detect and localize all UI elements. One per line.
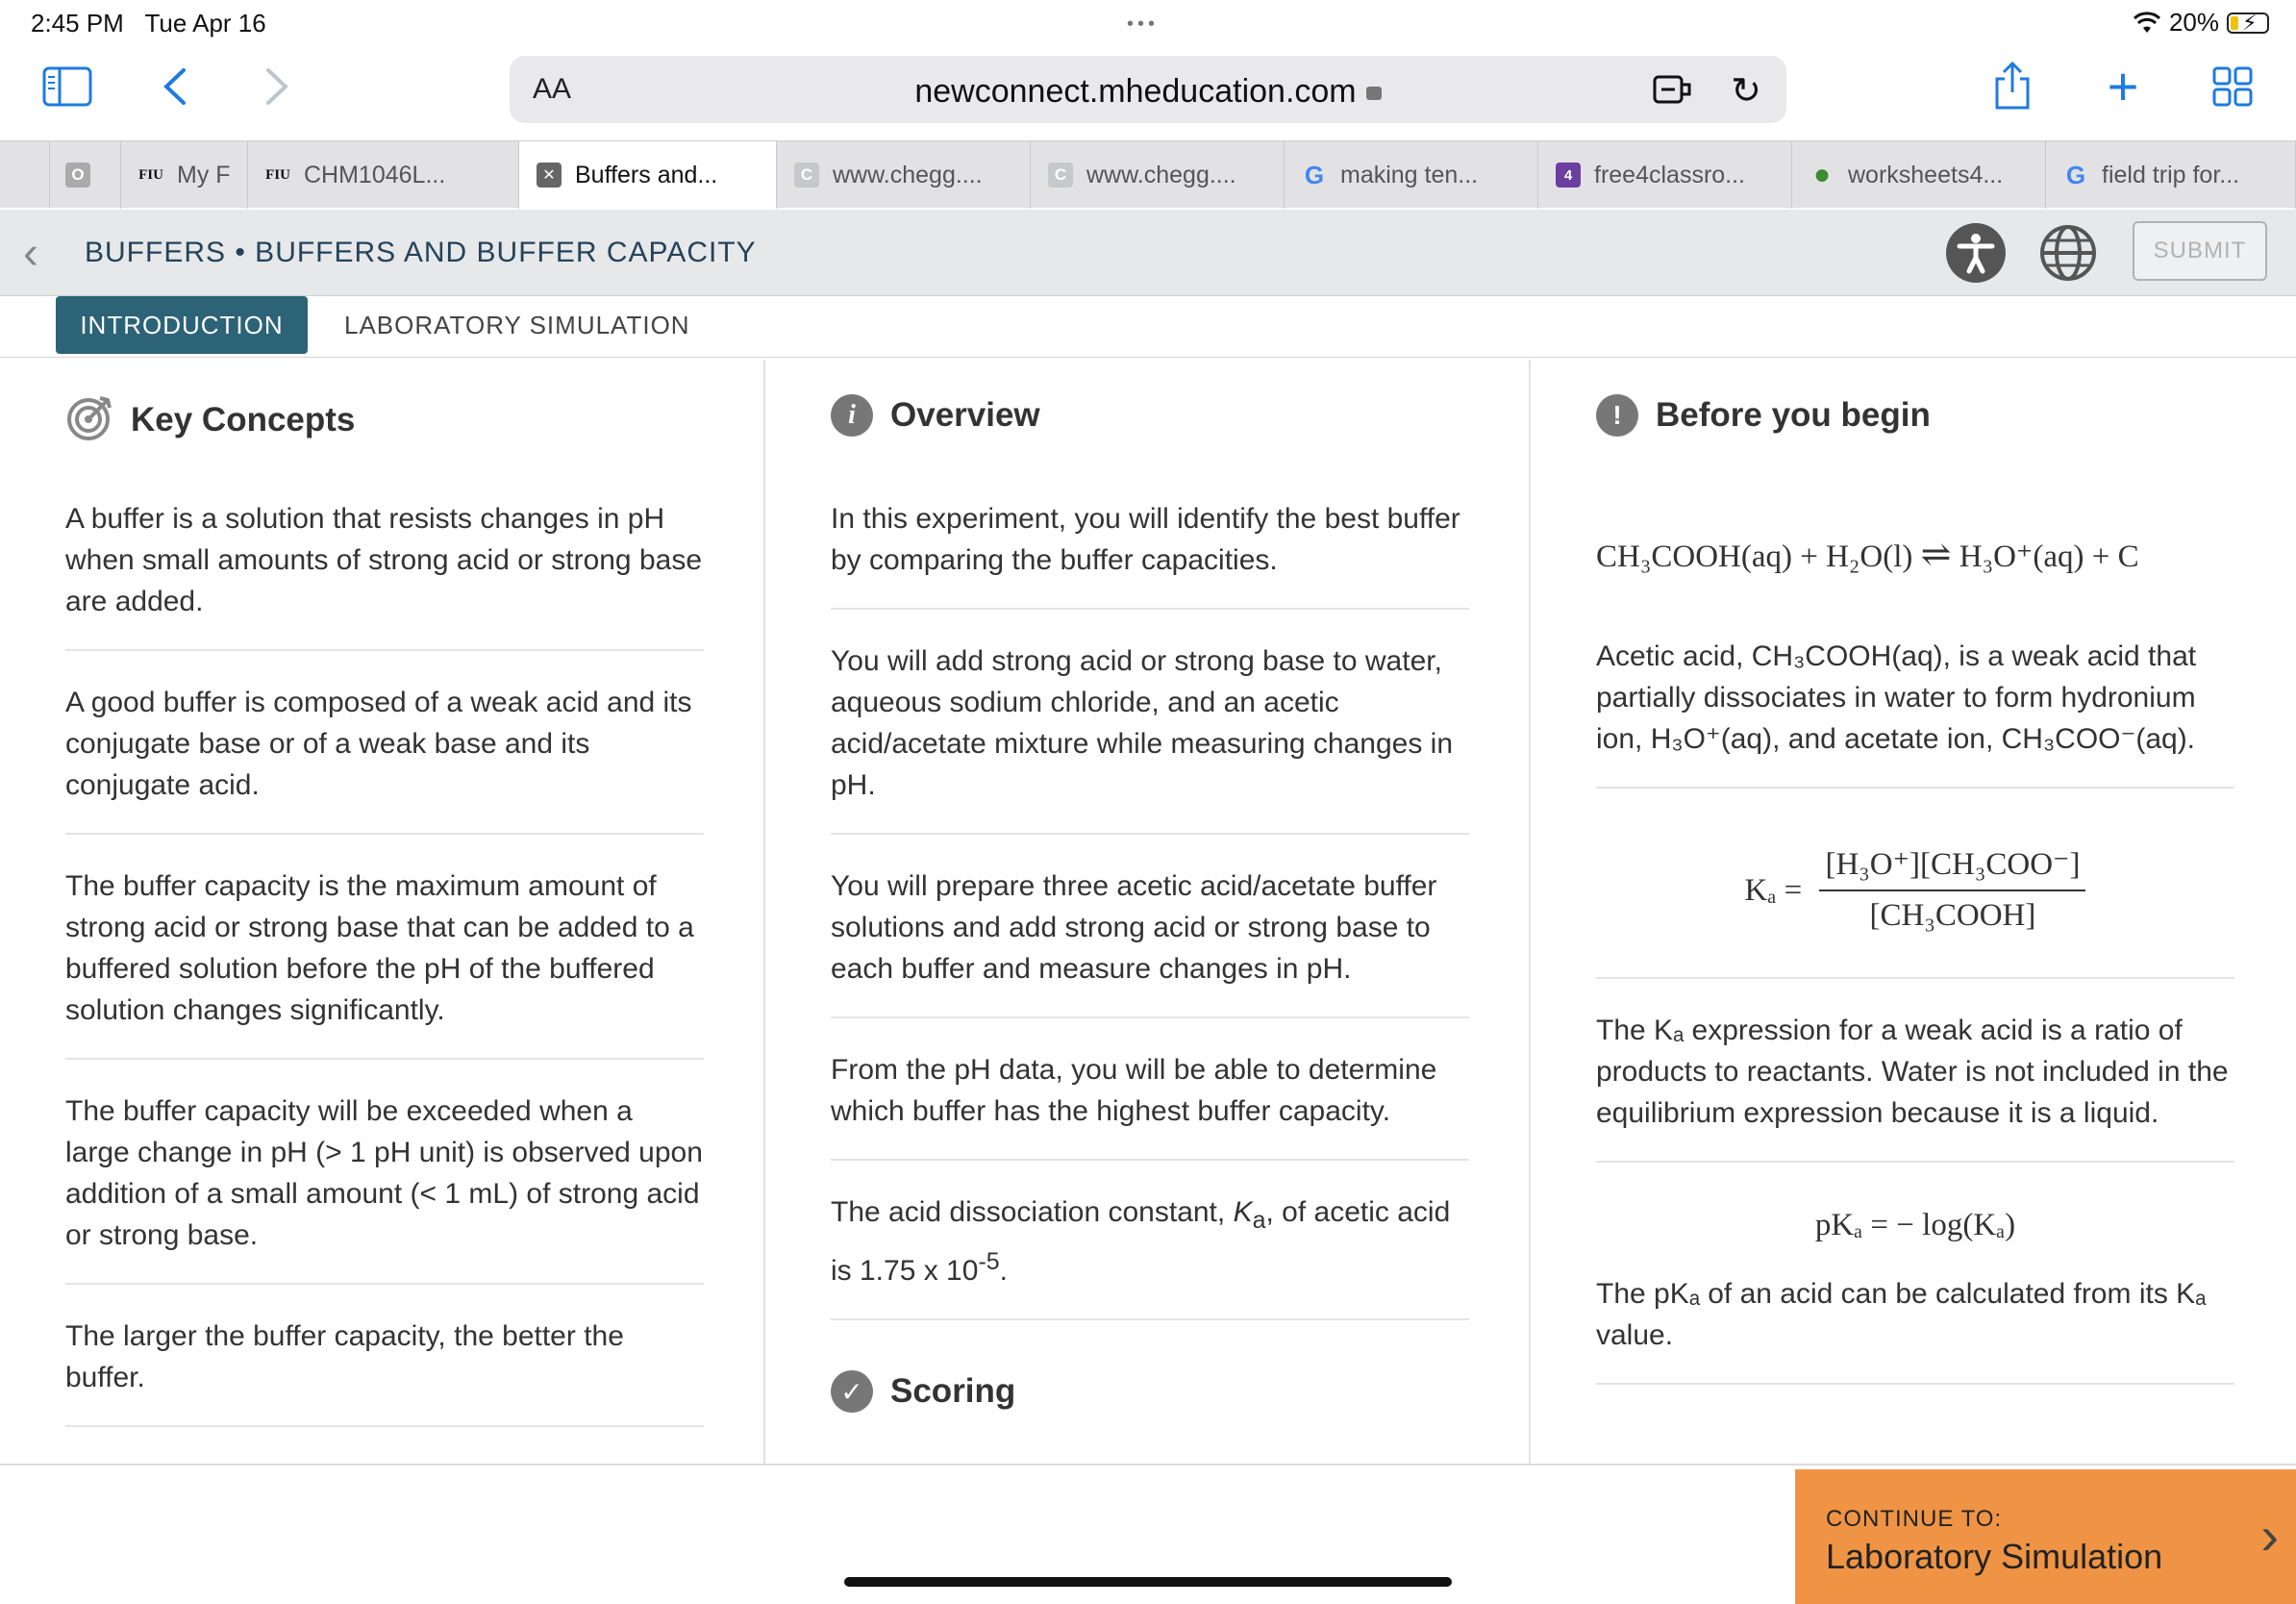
tab-8[interactable]: ● worksheets4... [1792,141,2046,209]
target-icon [65,394,113,445]
tab-strip-spacer [0,141,50,208]
overview-item: In this experiment, you will identify th… [831,498,1469,610]
fiu-logo-icon: FIU [265,166,290,183]
battery-percent: 20% [2168,8,2219,37]
tab-overview-icon[interactable] [2211,65,2254,108]
forward-arrow-icon[interactable] [260,65,294,108]
google-icon: G [2065,160,2086,189]
chegg-favicon-icon: C [794,163,819,188]
browser-tab-strip: O FIU My F FIU CHM1046L... ✕ Buffers and...… [0,140,2296,209]
multitask-dots[interactable]: ••• [1127,13,1159,36]
overview-item: From the pH data, you will be able to de… [831,1049,1469,1161]
battery-icon: ⚡ [2227,11,2269,35]
overview-item: You will add strong acid or strong base … [831,640,1469,835]
before-header: ! Before you begin [1596,394,1931,437]
tab-laboratory-simulation[interactable]: LABORATORY SIMULATION [344,296,690,354]
concept-item: The larger the buffer capacity, the bett… [65,1316,704,1427]
overview-item: You will prepare three acetic acid/aceta… [831,865,1469,1018]
key-concepts-list: A buffer is a solution that resists chan… [65,498,704,1458]
tab-2[interactable]: FIU CHM1046L... [248,141,519,209]
page-header: ‹ BUFFERS • BUFFERS AND BUFFER CAPACITY … [0,210,2296,296]
concept-item: The buffer capacity will be exceeded whe… [65,1090,704,1285]
home-indicator[interactable] [844,1577,1452,1587]
overview-header: i Overview [831,394,1040,437]
overview-heading: Overview [890,396,1040,434]
tab-1[interactable]: FIU My F [121,141,248,209]
tab-favicon: O [65,163,90,188]
google-icon: G [1304,160,1325,189]
info-icon: i [831,394,873,437]
key-concepts-heading: Key Concepts [131,400,356,439]
tab-0[interactable]: O [50,141,121,209]
tab-introduction[interactable]: INTRODUCTION [56,296,308,354]
section-tabs: INTRODUCTION LABORATORY SIMULATION [0,296,2296,358]
alert-icon: ! [1596,394,1638,437]
close-tab-icon[interactable]: ✕ [537,163,562,188]
globe-favicon-icon: ● [1812,159,1832,190]
before-you-begin-column: ! Before you begin CH₃COOH(aq) + H₂O(l) … [1531,360,2296,1464]
before-heading: Before you begin [1656,396,1931,434]
acetic-acid-text: Acetic acid, CH₃COOH(aq), is a weak acid… [1596,636,2234,789]
concept-item: The buffer capacity is the maximum amoun… [65,865,704,1060]
ka-value-item: The acid dissociation constant, Ka, of a… [831,1191,1469,1320]
key-concepts-column: Key Concepts A buffer is a solution that… [0,360,765,1464]
new-tab-plus-icon[interactable]: + [2102,60,2144,113]
continue-button[interactable]: CONTINUE TO: Laboratory Simulation › [1795,1469,2296,1604]
checkmark-icon: ✓ [831,1370,873,1413]
page-title: BUFFERS • BUFFERS AND BUFFER CAPACITY [85,237,757,268]
key-concepts-header: Key Concepts [65,394,355,445]
tab-5[interactable]: Cwww.chegg.... [1031,141,1285,209]
extension-icon[interactable] [1652,71,1694,113]
tab-7[interactable]: 4 free4classro... [1538,141,1792,209]
sidebar-icon[interactable] [42,65,92,108]
ka-expression-text: The Kₐ expression for a weak acid is a r… [1596,1010,2234,1163]
status-bar: 2:45 PM Tue Apr 16 ••• 20% ⚡ [0,0,2296,46]
scoring-heading: Scoring [890,1372,1016,1410]
back-chevron-icon[interactable]: ‹ [23,227,38,280]
submit-button[interactable]: SUBMIT [2133,221,2267,281]
chevron-right-icon: › [2260,1505,2279,1566]
overview-list: In this experiment, you will identify th… [831,498,1469,1413]
status-right: 20% ⚡ [2133,8,2269,38]
accessibility-icon[interactable] [1946,223,2006,283]
equilibrium-equation: CH₃COOH(aq) + H₂O(l) ⇌ H₃O⁺(aq) + C [1596,535,2139,575]
url-display[interactable]: newconnect.mheducation.com [510,73,1786,111]
share-icon[interactable] [1990,60,2034,113]
concept-item: A buffer is a solution that resists chan… [65,498,704,651]
pka-formula: pKₐ = − log(Kₐ) [1814,1208,2016,1242]
ka-formula: Kₐ = [H₃O⁺][CH₃COO⁻] [CH₃COOH] [1596,819,2234,979]
continue-destination: Laboratory Simulation [1826,1537,2163,1576]
tab-4[interactable]: Cwww.chegg.... [777,141,1031,209]
lock-icon [1365,87,1382,100]
fiu-logo-icon: FIU [138,166,163,183]
tab-6[interactable]: Gmaking ten... [1285,141,1538,209]
wifi-icon [2133,11,2160,33]
browser-toolbar: AA newconnect.mheducation.com ↻ + [0,46,2296,138]
chegg-favicon-icon: C [1048,163,1073,188]
free4classrooms-icon: 4 [1556,163,1581,188]
before-list: CH₃COOH(aq) + H₂O(l) ⇌ H₃O⁺(aq) + C Acet… [1596,535,2234,1416]
tab-9[interactable]: Gfield trip for... [2046,141,2296,209]
concept-item: A good buffer is composed of a weak acid… [65,682,704,835]
pka-text: The pKₐ of an acid can be calculated fro… [1596,1273,2234,1385]
language-globe-icon[interactable] [2038,223,2098,283]
address-bar[interactable]: AA newconnect.mheducation.com ↻ [510,56,1786,123]
tab-3-active[interactable]: ✕ Buffers and... [519,141,777,209]
status-time: 2:45 PM Tue Apr 16 [31,9,266,38]
reload-icon[interactable]: ↻ [1731,69,1761,113]
overview-column: i Overview In this experiment, you will … [765,360,1531,1464]
scoring-header: ✓ Scoring [831,1370,1469,1413]
main-content: Key Concepts A buffer is a solution that… [0,360,2296,1464]
continue-label: CONTINUE TO: [1826,1506,2003,1532]
back-arrow-icon[interactable] [158,65,192,108]
